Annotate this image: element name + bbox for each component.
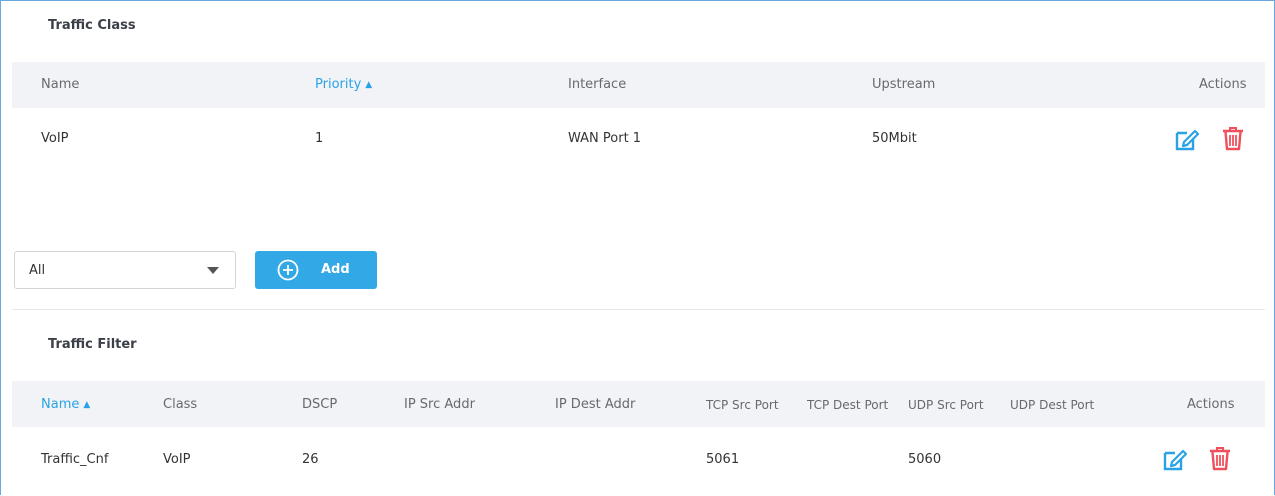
add-circle-icon [277, 259, 299, 281]
class-filter-select[interactable]: All [14, 251, 236, 289]
tc-col-interface[interactable]: Interface [568, 77, 626, 93]
edit-icon[interactable] [1162, 446, 1188, 472]
trash-icon[interactable] [1207, 445, 1233, 471]
tf-col-tcp-dest[interactable]: TCP Dest Port [807, 397, 888, 413]
tf-col-tcp-src[interactable]: TCP Src Port [706, 397, 779, 413]
tf-row-tcp-src: 5061 [706, 452, 740, 467]
add-button-label: Add [321, 262, 350, 277]
tc-row-interface: WAN Port 1 [568, 131, 642, 146]
traffic-class-title: Traffic Class [48, 18, 136, 33]
tc-col-actions: Actions [1199, 77, 1247, 92]
tc-row-priority: 1 [315, 131, 324, 146]
tc-col-name[interactable]: Name [41, 77, 79, 93]
tf-col-dscp[interactable]: DSCP [302, 397, 337, 413]
tc-row-name: VoIP [41, 131, 69, 146]
tf-row-class: VoIP [163, 452, 191, 467]
chevron-down-icon [207, 267, 219, 274]
tf-col-actions: Actions [1187, 397, 1235, 412]
section-divider [12, 309, 1265, 310]
tf-row-dscp: 26 [302, 452, 319, 467]
traffic-filter-title: Traffic Filter [48, 337, 137, 352]
tf-col-ip-dest[interactable]: IP Dest Addr [555, 397, 635, 413]
tf-col-ip-src[interactable]: IP Src Addr [404, 397, 475, 413]
sort-asc-icon: ▲ [83, 400, 91, 410]
class-filter-value: All [29, 263, 46, 278]
tc-col-priority[interactable]: Priority ▲ [315, 77, 372, 93]
edit-icon[interactable] [1174, 126, 1200, 152]
tc-col-upstream[interactable]: Upstream [872, 77, 935, 93]
traffic-class-table-header [12, 62, 1265, 108]
add-button[interactable]: Add [255, 251, 377, 289]
tf-col-name[interactable]: Name ▲ [41, 397, 90, 413]
tf-col-udp-dest[interactable]: UDP Dest Port [1010, 397, 1094, 413]
tf-col-name-label: Name [41, 397, 80, 412]
sort-asc-icon: ▲ [365, 80, 373, 90]
tf-col-class[interactable]: Class [163, 397, 197, 413]
tf-row-tcp-dest: 5060 [908, 452, 942, 467]
tf-row-name: Traffic_Cnf [41, 452, 109, 467]
tc-row-upstream: 50Mbit [872, 131, 917, 146]
tf-col-udp-src[interactable]: UDP Src Port [908, 397, 984, 413]
tc-col-priority-label: Priority [315, 77, 362, 92]
trash-icon[interactable] [1220, 125, 1246, 151]
